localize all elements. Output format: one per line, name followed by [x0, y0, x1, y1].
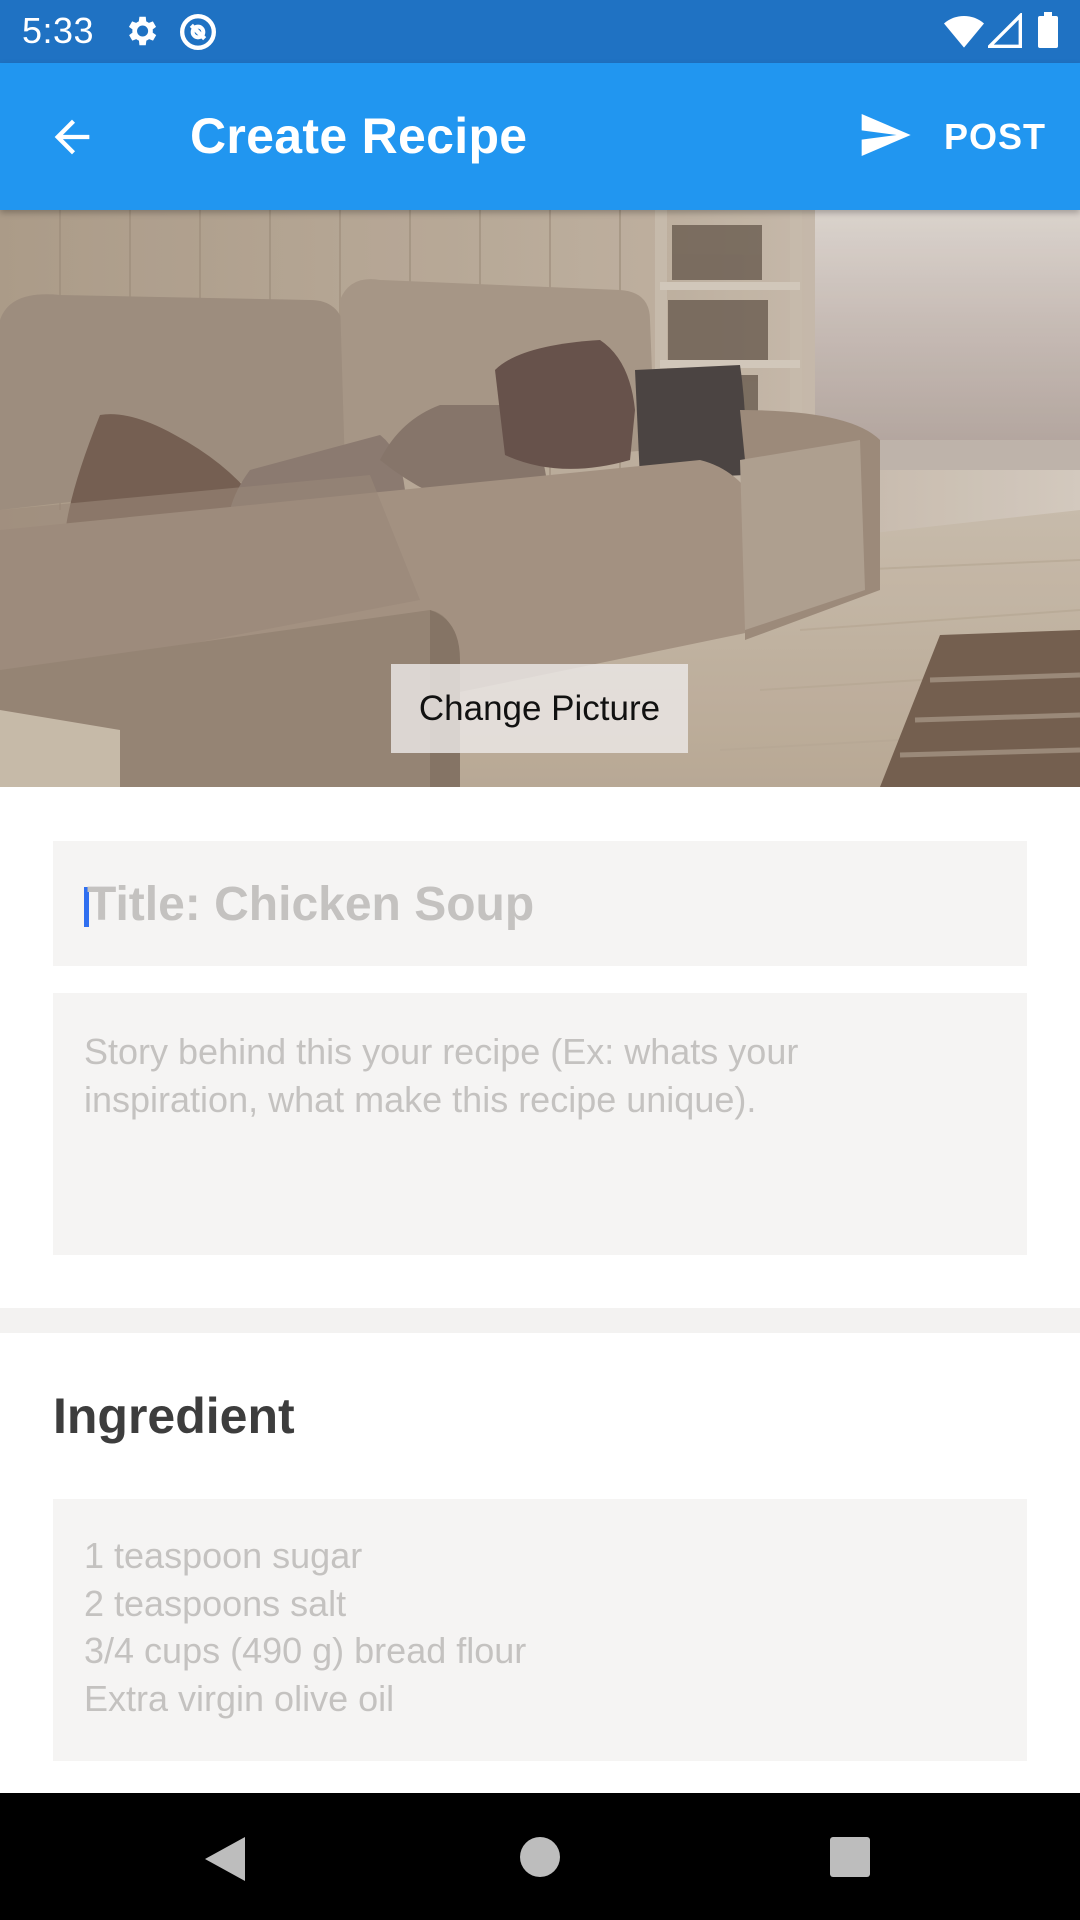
section-divider [0, 1308, 1080, 1333]
app-bar: Create Recipe POST [0, 63, 1080, 210]
change-picture-button[interactable]: Change Picture [391, 664, 688, 753]
post-button[interactable]: POST [855, 107, 1045, 167]
nav-back-button[interactable] [205, 1837, 245, 1886]
back-triangle-icon [205, 1837, 245, 1881]
back-button[interactable] [44, 111, 100, 163]
at-sign-icon [178, 12, 218, 57]
recipe-photo: Change Picture [0, 210, 1080, 787]
ingredient-placeholder: 1 teaspoon sugar 2 teaspoons salt 3/4 cu… [84, 1535, 527, 1719]
story-input[interactable]: Story behind this your recipe (Ex: whats… [53, 993, 1027, 1255]
ingredient-input[interactable]: 1 teaspoon sugar 2 teaspoons salt 3/4 cu… [53, 1499, 1027, 1761]
gear-icon [122, 12, 160, 55]
send-icon [861, 114, 911, 156]
battery-icon [1038, 12, 1058, 53]
cell-signal-icon [985, 11, 1022, 54]
home-circle-icon [520, 1837, 560, 1877]
nav-home-button[interactable] [520, 1837, 560, 1882]
ingredient-heading: Ingredient [53, 1388, 295, 1444]
system-nav-bar [0, 1793, 1080, 1920]
nav-recents-button[interactable] [830, 1837, 870, 1882]
title-input[interactable]: Title: Chicken Soup [53, 841, 1027, 966]
recents-square-icon [830, 1837, 870, 1877]
post-label: POST [944, 116, 1047, 157]
page-title: Create Recipe [190, 108, 528, 164]
status-time: 5:33 [22, 10, 95, 51]
story-placeholder: Story behind this your recipe (Ex: whats… [84, 1031, 799, 1120]
title-placeholder: Title: Chicken Soup [87, 878, 535, 931]
arrow-left-icon [54, 119, 90, 155]
wifi-icon [944, 14, 984, 53]
status-bar: 5:33 [0, 0, 1080, 63]
